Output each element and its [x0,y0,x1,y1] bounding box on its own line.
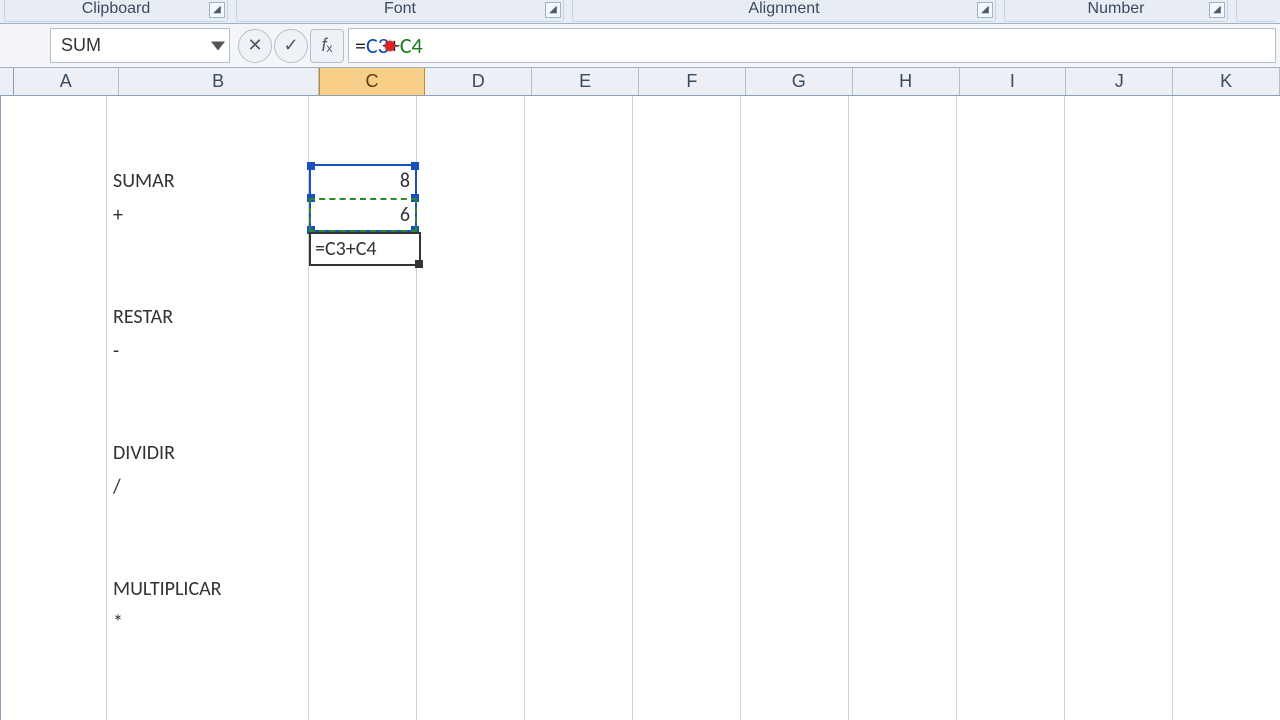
cell-B12[interactable]: / [107,470,309,504]
ribbon-group-alignment-label: Alignment [742,0,825,18]
column-header-B[interactable]: B [119,68,319,95]
ribbon-group-number-label: Number [1082,0,1151,18]
cursor-indicator-icon [385,41,395,51]
column-header-D[interactable]: D [425,68,532,95]
name-box[interactable]: SUM [50,28,230,63]
cancel-formula-button[interactable]: ✕ [238,29,272,63]
ribbon-group-clipboard: Clipboard ◢ [4,0,228,22]
cell-B4[interactable]: + [107,198,309,232]
cell-C3[interactable]: 8 [309,164,417,198]
spreadsheet-grid[interactable]: A B C D E F G H I J K [0,68,1280,720]
column-header-C[interactable]: C [319,68,426,95]
column-header-K[interactable]: K [1173,68,1280,95]
formula-bar-buttons: ✕ ✓ fₓ [234,24,348,67]
ribbon-group-alignment: Alignment ◢ [572,0,996,22]
cell-B15[interactable]: MULTIPLICAR [107,572,309,606]
insert-function-button[interactable]: fₓ [310,29,344,63]
formula-input[interactable]: =C3+C4 [348,28,1276,63]
column-header-E[interactable]: E [532,68,639,95]
dialog-launcher-icon[interactable]: ◢ [977,2,993,18]
column-headers: A B C D E F G H I J K [0,68,1280,96]
ribbon-group-tail [1236,0,1276,22]
dialog-launcher-icon[interactable]: ◢ [1209,2,1225,18]
chevron-down-icon[interactable] [211,41,225,50]
column-header-J[interactable]: J [1066,68,1173,95]
cell-B8[interactable]: - [107,334,309,368]
column-header-A[interactable]: A [14,68,119,95]
ribbon-group-labels: Clipboard ◢ Font ◢ Alignment ◢ Number ◢ [0,0,1280,24]
enter-formula-button[interactable]: ✓ [274,29,308,63]
formula-bar: SUM ✕ ✓ fₓ =C3+C4 [0,24,1280,68]
column-header-H[interactable]: H [853,68,960,95]
cell-C5[interactable] [309,232,417,266]
ribbon-group-number: Number ◢ [1004,0,1228,22]
ribbon-group-font: Font ◢ [236,0,564,22]
cell-B11[interactable]: DIVIDIR [107,436,309,470]
formula-text-eq: = [355,32,366,59]
cell-B3[interactable]: SUMAR [107,164,309,198]
ribbon-group-clipboard-label: Clipboard [76,0,156,18]
cell-B7[interactable]: RESTAR [107,300,309,334]
column-header-I[interactable]: I [960,68,1067,95]
cells-area[interactable]: SUMAR8 +6 RESTAR - DIVIDIR / MULTIPLIC [1,96,1280,720]
cell-B16[interactable]: * [107,606,309,640]
cell-C4[interactable]: 6 [309,198,417,232]
name-box-value: SUM [61,35,101,56]
ribbon-group-font-label: Font [378,0,422,18]
column-header-G[interactable]: G [746,68,853,95]
dialog-launcher-icon[interactable]: ◢ [209,2,225,18]
formula-text-ref2: C4 [400,32,423,59]
select-all-corner[interactable] [0,68,14,95]
column-header-F[interactable]: F [639,68,746,95]
dialog-launcher-icon[interactable]: ◢ [545,2,561,18]
